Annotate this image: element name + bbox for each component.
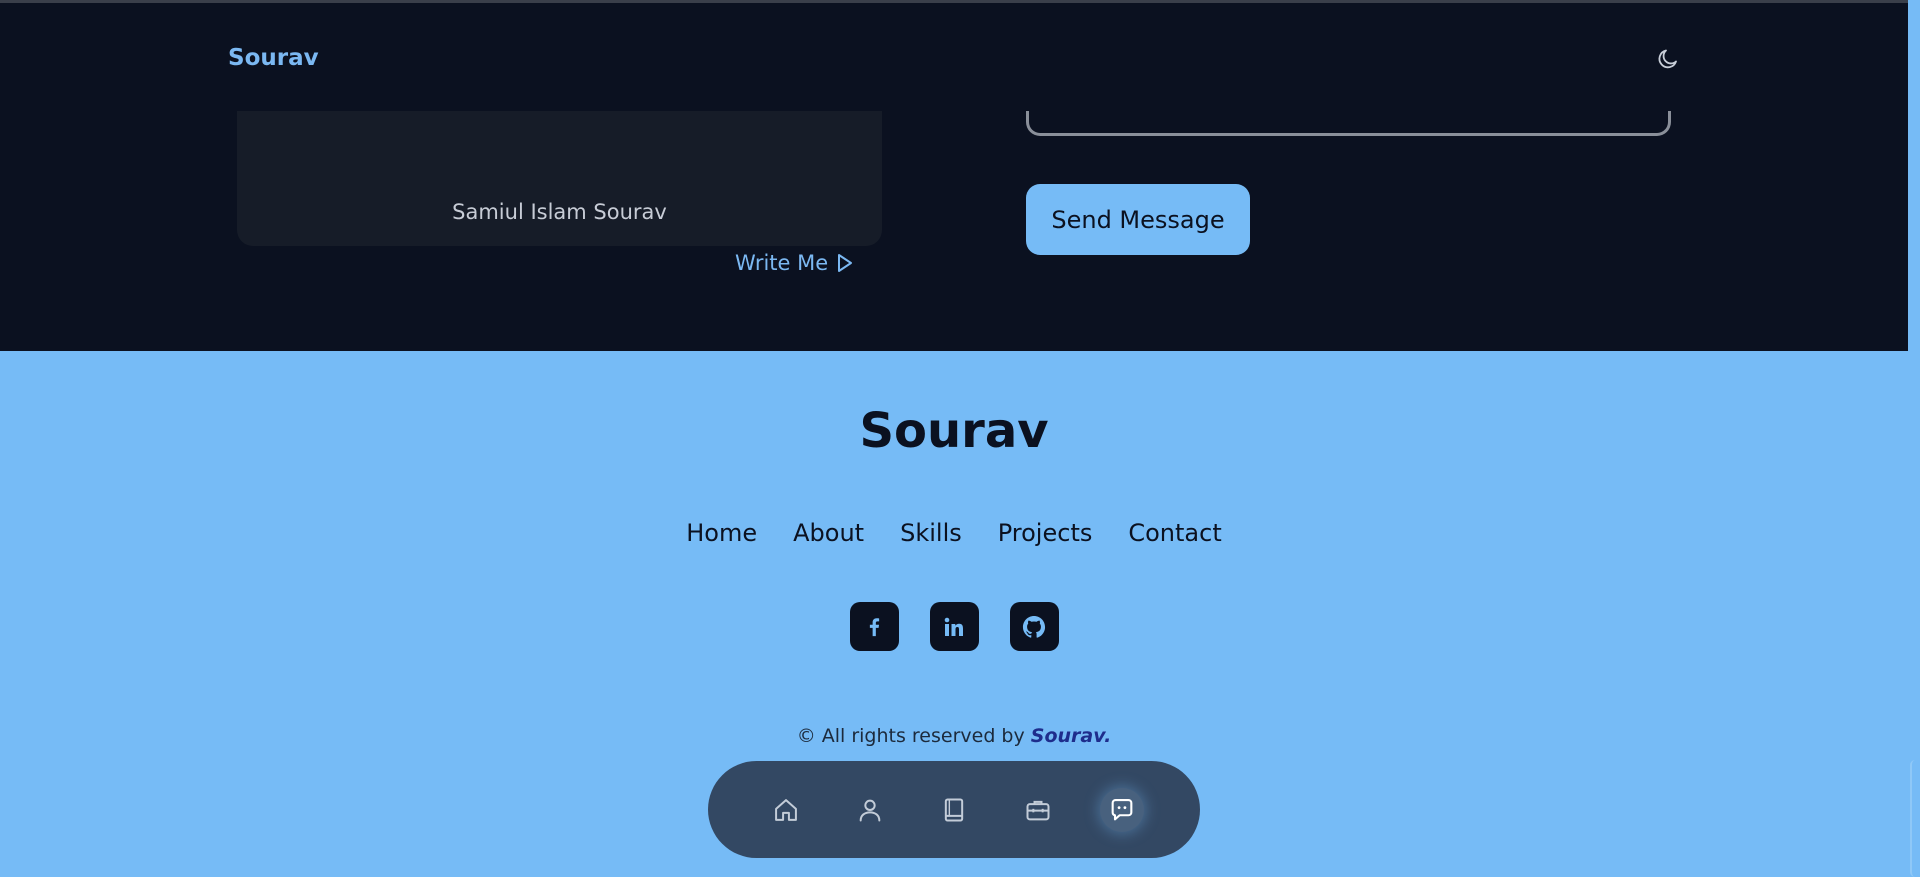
copyright-name: Sourav.: [1030, 725, 1112, 747]
footer-nav: Home About Skills Projects Contact: [0, 519, 1908, 547]
footer-link-skills[interactable]: Skills: [900, 519, 962, 547]
footer-title: Sourav: [859, 403, 1049, 459]
bottom-nav-home[interactable]: [764, 788, 808, 832]
bottom-nav-projects[interactable]: [1016, 788, 1060, 832]
bottom-nav-contact[interactable]: [1100, 787, 1144, 832]
footer-link-home[interactable]: Home: [686, 519, 757, 547]
copyright-text: © All rights reserved by Sourav.: [0, 725, 1908, 747]
chat-icon: [1111, 798, 1133, 820]
header: Sourav: [0, 3, 1908, 111]
write-me-link[interactable]: Write Me: [735, 248, 854, 278]
facebook-icon: [869, 617, 880, 636]
write-me-label: Write Me: [735, 251, 829, 275]
page: Samiul Islam Sourav Write Me Send Messag…: [0, 0, 1920, 877]
facebook-link[interactable]: [849, 602, 899, 651]
copyright-prefix: © All rights reserved by: [796, 725, 1025, 747]
bottom-nav-bar: [708, 761, 1200, 858]
social-links: [0, 602, 1908, 651]
github-icon: [1022, 615, 1046, 638]
home-icon: [775, 798, 797, 821]
user-icon: [859, 799, 881, 821]
scrollbar-thumb[interactable]: [1910, 760, 1920, 877]
github-link[interactable]: [1009, 602, 1059, 651]
moon-icon: [1658, 49, 1677, 69]
bottom-nav-skills[interactable]: [932, 788, 976, 832]
linkedin-link[interactable]: [929, 602, 979, 651]
brand-logo-link[interactable]: Sourav: [228, 45, 319, 71]
scrollbar-track[interactable]: [1908, 0, 1920, 877]
bottom-nav-about[interactable]: [848, 788, 892, 832]
footer-link-about[interactable]: About: [793, 519, 864, 547]
book-icon: [944, 798, 964, 821]
contact-name: Samiul Islam Sourav: [452, 200, 667, 224]
play-outline-icon: [838, 254, 853, 272]
footer-link-contact[interactable]: Contact: [1128, 519, 1221, 547]
send-message-button[interactable]: Send Message: [1026, 184, 1250, 255]
briefcase-icon: [1026, 800, 1050, 820]
theme-toggle-button[interactable]: [1656, 47, 1680, 71]
linkedin-icon: [944, 617, 963, 636]
footer-link-projects[interactable]: Projects: [998, 519, 1093, 547]
